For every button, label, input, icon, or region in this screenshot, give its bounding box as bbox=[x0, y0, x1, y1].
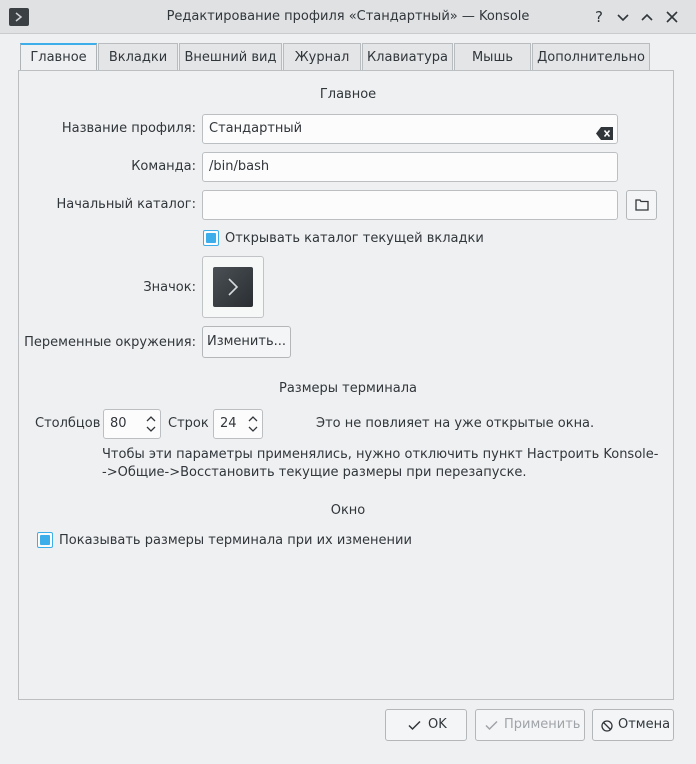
command-value: /bin/bash bbox=[209, 159, 270, 174]
open-windows-note: Это не повлияет на уже открытые окна. bbox=[316, 416, 595, 431]
icon-label: Значок: bbox=[143, 280, 196, 295]
apply-button[interactable]: Применить bbox=[475, 709, 585, 741]
profile-name-input[interactable]: Стандартный bbox=[202, 114, 618, 144]
env-label: Переменные окружения: bbox=[24, 335, 196, 350]
columns-value: 80 bbox=[110, 416, 127, 431]
tab-advanced[interactable]: Дополнительно bbox=[532, 43, 650, 71]
open-current-dir-checkbox[interactable] bbox=[203, 230, 219, 246]
folder-icon bbox=[635, 199, 649, 211]
checkmark-icon bbox=[485, 720, 498, 731]
minimize-icon[interactable] bbox=[613, 7, 633, 27]
initial-dir-label: Начальный каталог: bbox=[56, 197, 196, 212]
profile-name-value: Стандартный bbox=[209, 121, 303, 136]
profile-icon-button[interactable] bbox=[202, 256, 264, 318]
maximize-icon[interactable] bbox=[637, 7, 657, 27]
title-bar: Редактирование профиля «Стандартный» — K… bbox=[0, 0, 696, 34]
close-icon[interactable] bbox=[662, 7, 682, 27]
terminal-size-section-title: Размеры терминала bbox=[279, 381, 417, 396]
browse-folder-button[interactable] bbox=[626, 190, 657, 220]
tab-tabs[interactable]: Вкладки bbox=[98, 43, 178, 71]
rows-value: 24 bbox=[220, 416, 237, 431]
window-section-title: Окно bbox=[330, 503, 366, 518]
ok-button[interactable]: OK bbox=[385, 709, 467, 741]
rows-spinbox[interactable]: 24 bbox=[213, 409, 263, 439]
tab-keyboard[interactable]: Клавиатура bbox=[362, 43, 453, 71]
checkmark-icon bbox=[408, 720, 421, 731]
tab-appearance[interactable]: Внешний вид bbox=[179, 43, 282, 71]
help-icon[interactable]: ? bbox=[590, 7, 610, 27]
show-size-label: Показывать размеры терминала при их изме… bbox=[59, 533, 412, 548]
clear-text-icon[interactable] bbox=[596, 123, 614, 151]
general-section-title: Главное bbox=[319, 87, 377, 102]
terminal-icon bbox=[213, 267, 253, 307]
restore-size-note-line2: ->Общие->Восстановить текущие размеры пр… bbox=[102, 465, 527, 480]
tab-scrolling[interactable]: Журнал bbox=[283, 43, 361, 71]
edit-env-button[interactable]: Изменить... bbox=[202, 326, 291, 358]
command-label: Команда: bbox=[131, 159, 196, 174]
columns-label: Столбцов bbox=[35, 416, 101, 431]
open-current-dir-label: Открывать каталог текущей вкладки bbox=[225, 231, 484, 246]
command-input[interactable]: /bin/bash bbox=[202, 152, 618, 182]
rows-label: Строк bbox=[168, 416, 209, 431]
tab-general[interactable]: Главное bbox=[20, 43, 97, 73]
cancel-icon bbox=[601, 720, 613, 732]
ok-label: OK bbox=[428, 717, 447, 732]
show-size-checkbox[interactable] bbox=[37, 532, 53, 548]
spin-arrows-icon[interactable] bbox=[248, 414, 258, 445]
initial-dir-input[interactable] bbox=[202, 190, 618, 220]
columns-spinbox[interactable]: 80 bbox=[103, 409, 161, 439]
svg-text:?: ? bbox=[595, 8, 603, 26]
spin-arrows-icon[interactable] bbox=[146, 414, 156, 445]
cancel-label: Отмена bbox=[618, 717, 671, 732]
tab-mouse[interactable]: Мышь bbox=[454, 43, 531, 71]
profile-name-label: Название профиля: bbox=[61, 121, 196, 136]
apply-label: Применить bbox=[504, 717, 581, 732]
restore-size-note-line1: Чтобы эти параметры применялись, нужно о… bbox=[102, 447, 659, 462]
cancel-button[interactable]: Отмена bbox=[592, 709, 674, 741]
